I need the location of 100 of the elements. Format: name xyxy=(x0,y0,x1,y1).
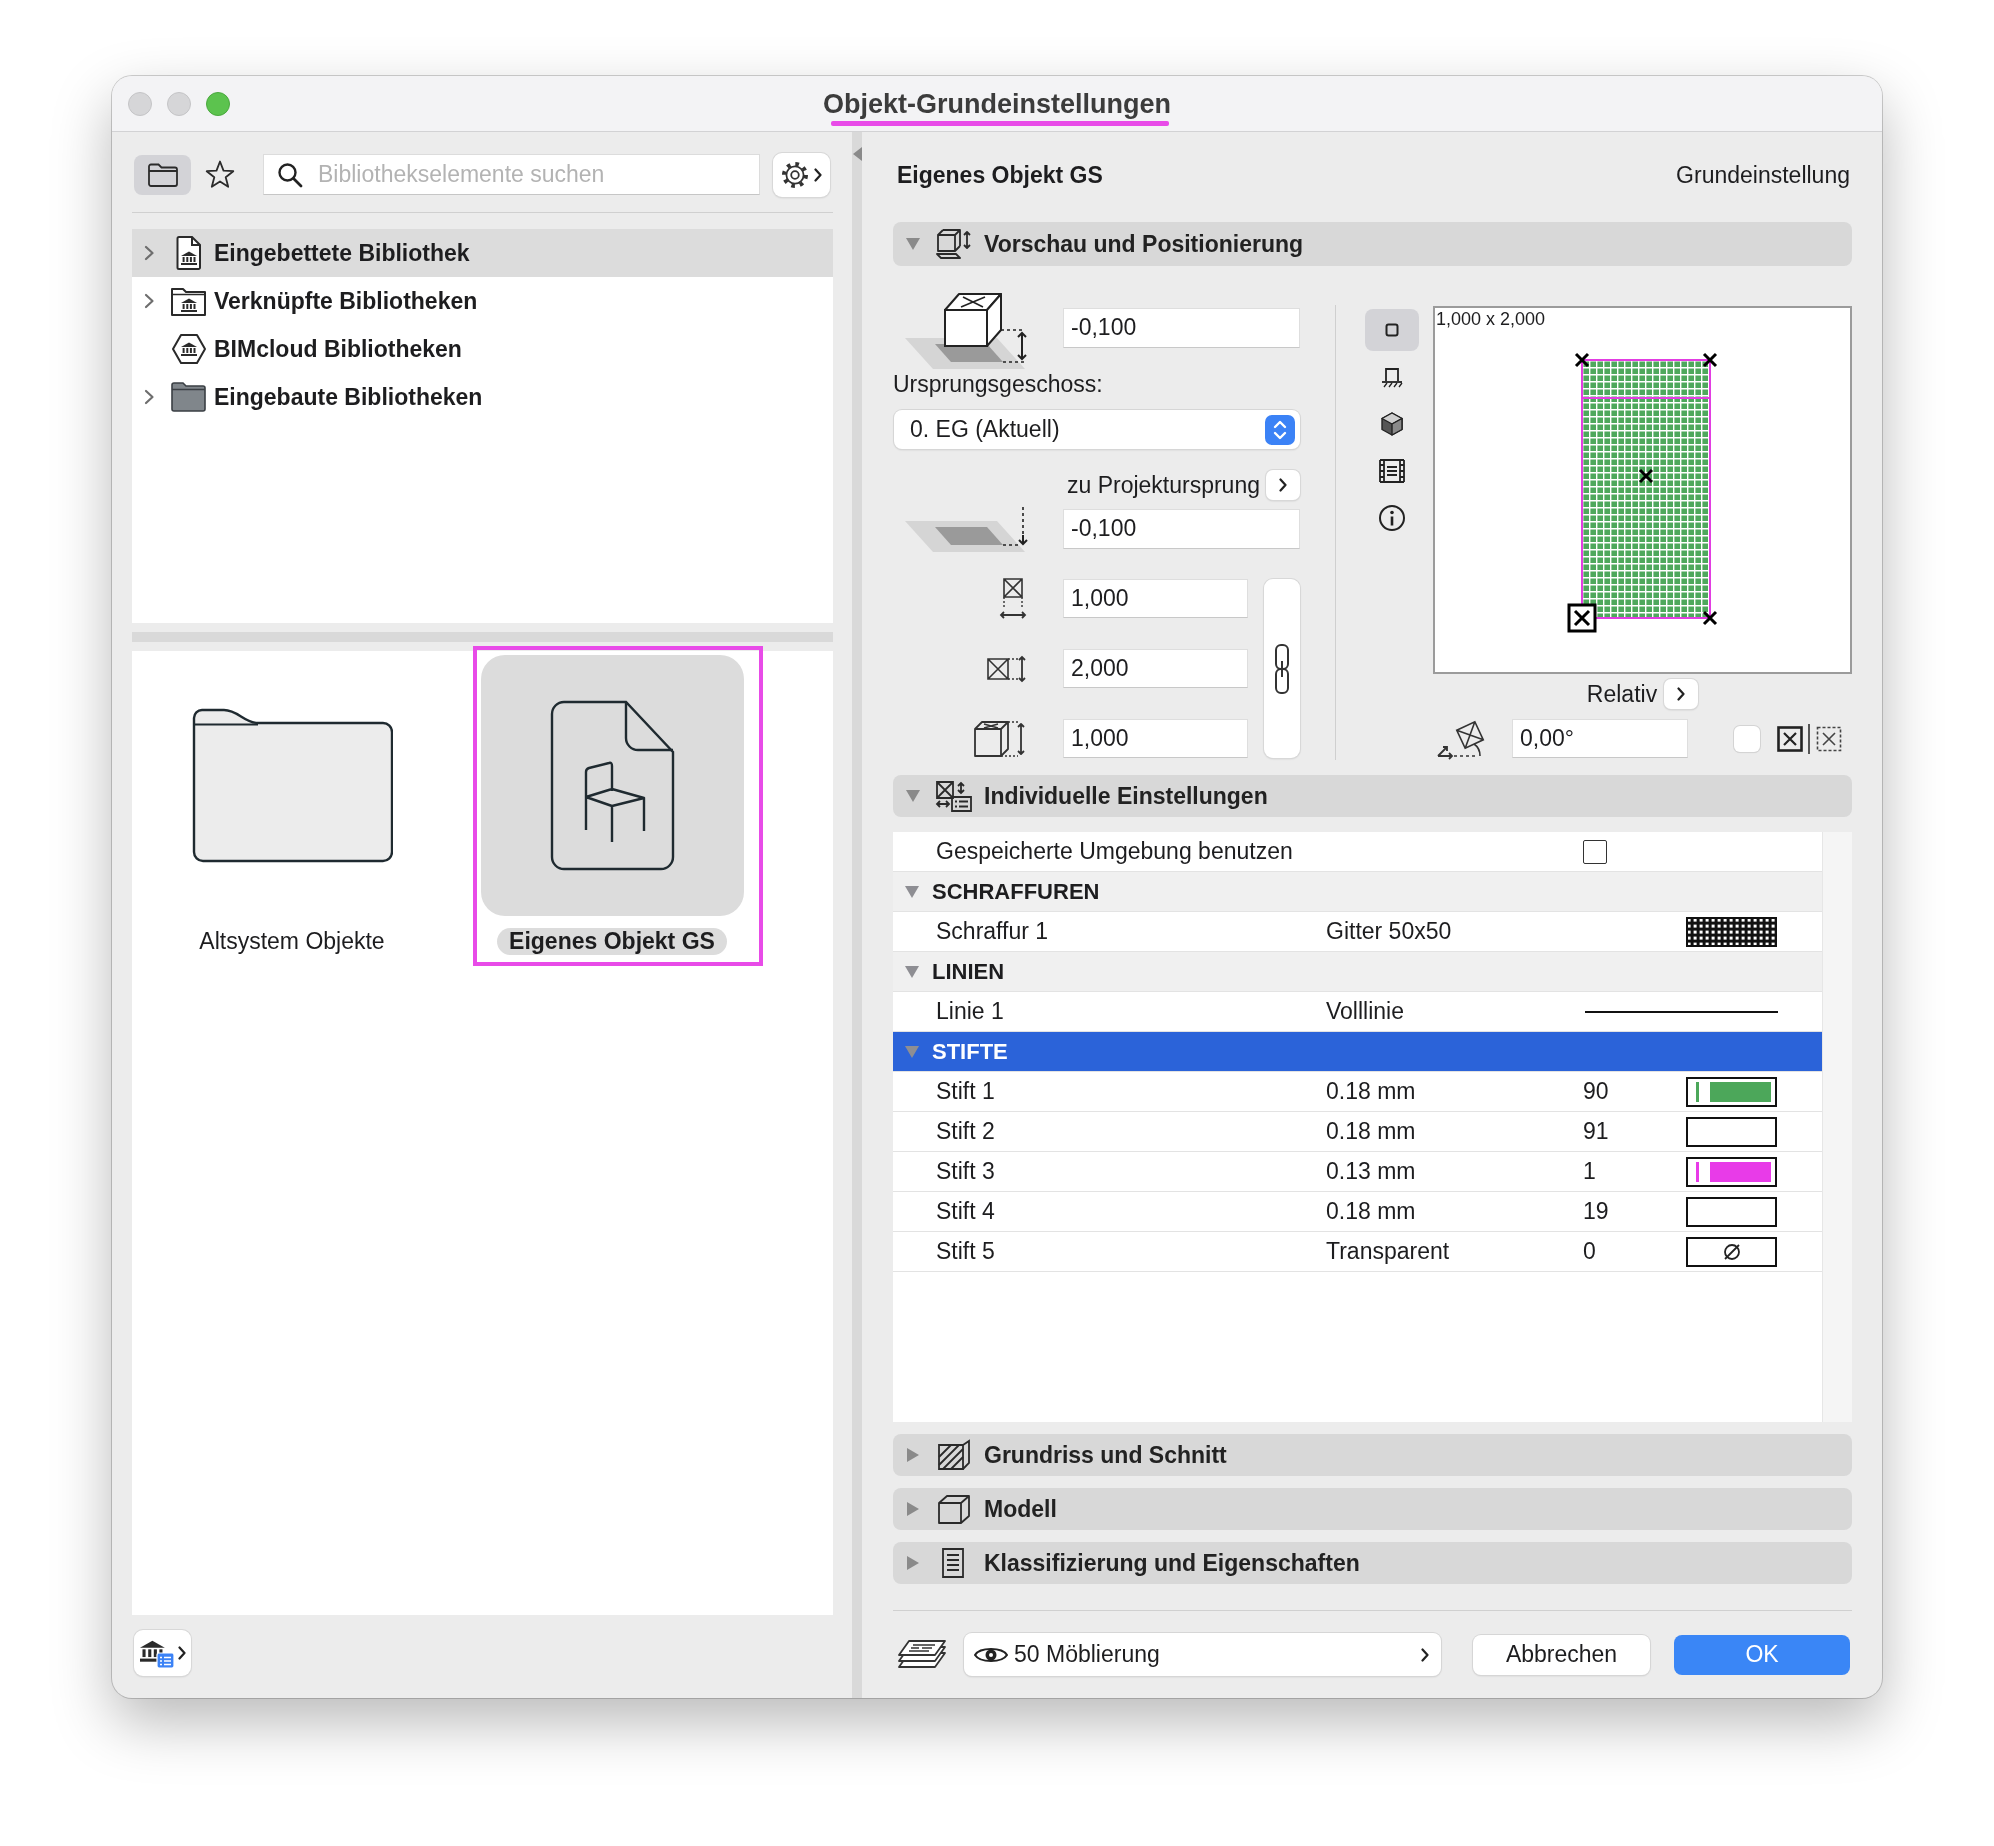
parameter-row[interactable]: Stift 3 0.13 mm 1 xyxy=(893,1152,1822,1192)
table-cell: 0.18 mm xyxy=(1326,1198,1416,1225)
tree-item[interactable]: Eingebaute Bibliotheken xyxy=(132,373,833,421)
group-header[interactable]: LINIEN xyxy=(893,952,1822,992)
table-cell: 0.18 mm xyxy=(1326,1078,1416,1105)
table-cell: 0 xyxy=(1583,1238,1596,1265)
hatch-pattern-swatch[interactable] xyxy=(1686,916,1777,947)
chain-link-icon xyxy=(1272,641,1292,696)
section-header[interactable]: Modell xyxy=(893,1488,1852,1530)
search-field[interactable]: Bibliothekselemente suchen xyxy=(263,154,760,195)
document-bank-icon xyxy=(175,235,203,271)
elevation-field[interactable]: -0,100 xyxy=(1063,307,1300,348)
table-cell: Linie 1 xyxy=(936,998,1004,1025)
section-header[interactable]: Klassifizierung und Eigenschaften xyxy=(893,1542,1852,1584)
table-cell: Transparent xyxy=(1326,1238,1450,1265)
zoom-button[interactable] xyxy=(206,91,230,116)
table-cell: 0.18 mm xyxy=(1326,1118,1416,1145)
chair-document-icon xyxy=(549,700,675,871)
pen-swatch[interactable] xyxy=(1686,1156,1777,1187)
chevron-icon xyxy=(178,1646,186,1660)
cube-height-icon xyxy=(972,718,1028,759)
table-cell: Gitter 50x50 xyxy=(1326,918,1452,945)
dashed-boxed-x-icon xyxy=(1816,725,1842,752)
table-cell: Gespeicherte Umgebung benutzen xyxy=(936,838,1293,865)
width-field[interactable]: 1,000 xyxy=(1063,579,1248,618)
anchor-mode-label: Relativ xyxy=(1586,680,1658,708)
item-label: Altsystem Objekte xyxy=(198,928,386,955)
home-story-label: Ursprungsgeschoss: xyxy=(893,372,1103,396)
table-cell: Volllinie xyxy=(1326,998,1404,1025)
folder-icon xyxy=(146,161,179,188)
depth-field[interactable]: 2,000 xyxy=(1063,649,1248,688)
table-cell: Stift 1 xyxy=(936,1078,995,1105)
section-header[interactable]: Vorschau und Positionierung xyxy=(893,222,1852,266)
mirror-checkbox[interactable] xyxy=(1734,725,1760,752)
pen-swatch[interactable] xyxy=(1686,1076,1777,1107)
anchor-menu-button[interactable] xyxy=(1664,679,1699,709)
search-icon xyxy=(277,162,303,188)
table-cell: Stift 4 xyxy=(936,1198,995,1225)
parameter-row[interactable]: Stift 4 0.18 mm 19 xyxy=(893,1192,1822,1232)
table-cell: 91 xyxy=(1583,1118,1609,1145)
reference-menu-button[interactable] xyxy=(1266,470,1300,500)
star-icon xyxy=(203,159,236,190)
item-label: Eigenes Objekt GS xyxy=(497,928,727,955)
folder-bank-icon xyxy=(170,285,208,317)
table-cell: Stift 5 xyxy=(936,1238,995,1265)
height-field[interactable]: 1,000 xyxy=(1063,719,1248,758)
chevron-icon xyxy=(814,167,822,182)
table-cell: 1 xyxy=(1583,1158,1596,1185)
cube-icon xyxy=(935,1493,973,1525)
story-dropdown[interactable]: 0. EG (Aktuell) xyxy=(894,410,1300,449)
boxed-x-list-icon xyxy=(935,780,973,812)
cancel-button[interactable]: Abbrechen xyxy=(1473,1634,1650,1675)
window-title: Objekt-Grundeinstellungen xyxy=(823,87,1171,121)
checkbox[interactable] xyxy=(1583,839,1607,864)
table-cell: Stift 3 xyxy=(936,1158,995,1185)
parameter-row[interactable]: Stift 1 0.18 mm 90 xyxy=(893,1072,1822,1112)
tree-item[interactable]: Verknüpfte Bibliotheken xyxy=(132,277,833,325)
parameter-row[interactable]: Stift 5 Transparent 0 xyxy=(893,1232,1822,1272)
box-width-icon xyxy=(998,576,1028,621)
box-on-ground-icon xyxy=(1379,365,1405,389)
boxed-x-icon xyxy=(1777,725,1803,752)
layer-dropdown[interactable]: 50 Möblierung xyxy=(964,1633,1441,1676)
angle-field[interactable]: 0,00° xyxy=(1512,719,1688,758)
group-header[interactable]: STIFTE xyxy=(893,1032,1822,1072)
pen-swatch[interactable] xyxy=(1686,1116,1777,1147)
view-mode-button[interactable] xyxy=(1365,309,1419,351)
triangle-icon xyxy=(852,147,862,161)
chevron-icon xyxy=(1279,478,1287,492)
line-sample[interactable] xyxy=(1585,1008,1778,1015)
settings-button[interactable] xyxy=(773,152,830,197)
group-header[interactable]: SCHRAFFUREN xyxy=(893,872,1822,912)
item-thumbnail[interactable] xyxy=(480,655,744,916)
reference-elevation-field[interactable]: -0,100 xyxy=(1063,508,1300,549)
folder-icon xyxy=(170,381,208,413)
size-caption: 1,000 x 2,000 xyxy=(1436,308,1546,330)
pen-swatch[interactable] xyxy=(1686,1236,1777,1267)
section-header[interactable]: Individuelle Einstellungen xyxy=(893,775,1852,817)
section-header[interactable]: Grundriss und Schnitt xyxy=(893,1434,1852,1476)
pen-swatch[interactable] xyxy=(1686,1196,1777,1227)
square-icon xyxy=(1385,323,1399,337)
ok-button[interactable]: OK xyxy=(1674,1634,1850,1675)
object-name: Eigenes Objekt GS xyxy=(897,161,1103,189)
film-strip-icon xyxy=(1378,458,1406,484)
table-cell: 0.13 mm xyxy=(1326,1158,1416,1185)
library-manager-button[interactable] xyxy=(134,1630,191,1676)
cube-icon xyxy=(1380,411,1404,437)
stepper-icon xyxy=(1265,414,1295,445)
folder-icon xyxy=(191,708,393,863)
parameter-row[interactable]: Stift 2 0.18 mm 91 xyxy=(893,1112,1822,1152)
gear-icon xyxy=(781,160,809,189)
table-cell: 19 xyxy=(1583,1198,1609,1225)
tree-item[interactable]: Eingebettete Bibliothek xyxy=(132,229,833,277)
hatched-square-icon xyxy=(935,1439,973,1471)
chevron-icon xyxy=(1677,687,1686,701)
table-cell: 90 xyxy=(1583,1078,1609,1105)
reference-label: zu Projektursprung xyxy=(1066,471,1260,499)
preset-label: Grundeinstellung xyxy=(1676,161,1850,189)
folders-tab[interactable] xyxy=(134,154,191,195)
link-button[interactable] xyxy=(1264,579,1300,758)
tree-item[interactable]: BIMcloud Bibliotheken xyxy=(132,325,833,373)
